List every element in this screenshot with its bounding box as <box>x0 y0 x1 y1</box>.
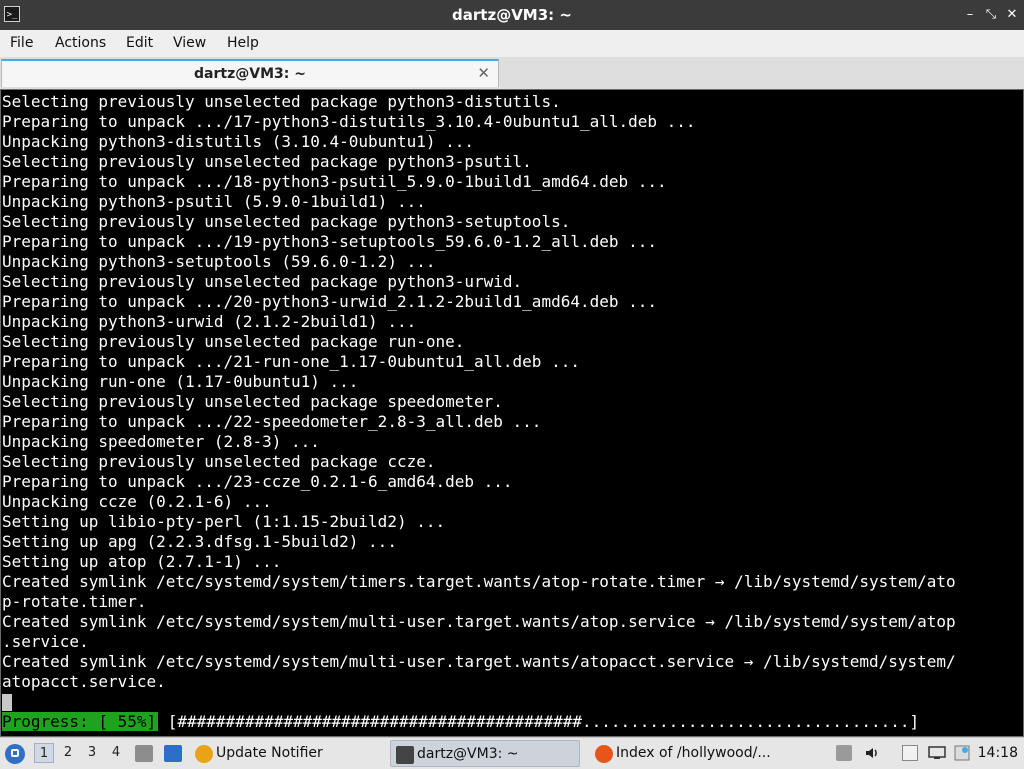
tab-terminal[interactable]: dartz@VM3: ~ ✕ <box>1 59 499 87</box>
firefox-icon <box>595 745 613 763</box>
menu-bar: File Actions Edit View Help <box>0 30 1024 58</box>
terminal-line: Selecting previously unselected package … <box>2 452 436 471</box>
minimize-button[interactable]: – <box>961 6 979 24</box>
terminal-line: Unpacking ccze (0.2.1-6) ... <box>2 492 272 511</box>
terminal-line: Unpacking run-one (1.17-0ubuntu1) ... <box>2 372 359 391</box>
terminal-line: Preparing to unpack .../17-python3-distu… <box>2 112 696 131</box>
terminal-line: atopacct.service. <box>2 672 166 691</box>
menu-actions[interactable]: Actions <box>55 35 106 51</box>
clipboard-icon[interactable] <box>902 745 918 761</box>
terminal-cursor-line <box>2 692 1002 712</box>
terminal-line: Unpacking python3-psutil (5.9.0-1build1)… <box>2 192 426 211</box>
workspace-2[interactable]: 2 <box>58 743 78 763</box>
terminal-line: Selecting previously unselected package … <box>2 152 532 171</box>
speaker-icon[interactable] <box>864 745 880 761</box>
terminal-line: Selecting previously unselected package … <box>2 212 571 231</box>
terminal-cursor <box>2 694 12 711</box>
terminal-line: Preparing to unpack .../22-speedometer_2… <box>2 412 542 431</box>
workspace-4[interactable]: 4 <box>106 743 126 763</box>
notification-icon[interactable] <box>954 745 970 761</box>
network-icon[interactable] <box>928 745 946 761</box>
terminal-icon <box>396 746 414 764</box>
terminal-line: Preparing to unpack .../19-python3-setup… <box>2 232 658 251</box>
task-update-notifier[interactable]: Update Notifier <box>190 740 380 767</box>
file-manager-icon[interactable] <box>164 745 182 762</box>
workspace-3[interactable]: 3 <box>82 743 102 763</box>
terminal-line: Preparing to unpack .../21-run-one_1.17-… <box>2 352 580 371</box>
task-label: Update Notifier <box>216 745 323 761</box>
task-terminal[interactable]: dartz@VM3: ~ <box>390 740 580 767</box>
progress-bar: [#######################################… <box>158 712 920 731</box>
maximize-button[interactable]: ⤡ <box>982 6 1000 24</box>
window-titlebar: >_ dartz@VM3: ~ – ⤡ ✕ <box>0 0 1024 30</box>
window-title: dartz@VM3: ~ <box>452 6 572 24</box>
terminal-line: Preparing to unpack .../23-ccze_0.2.1-6_… <box>2 472 513 491</box>
workspace-1[interactable]: 1 <box>34 743 54 763</box>
menu-help[interactable]: Help <box>227 35 259 51</box>
terminal-line: Setting up libio-pty-perl (1:1.15-2build… <box>2 512 446 531</box>
terminal-line: Setting up apg (2.2.3.dfsg.1-5build2) ..… <box>2 532 397 551</box>
terminal-line: .service. <box>2 632 89 651</box>
progress-line: Progress: [ 55%] [######################… <box>2 712 919 732</box>
tab-label: dartz@VM3: ~ <box>194 66 306 82</box>
menu-file[interactable]: File <box>10 35 33 51</box>
terminal-line: Selecting previously unselected package … <box>2 272 523 291</box>
terminal-line: Created symlink /etc/systemd/system/mult… <box>2 652 956 671</box>
terminal-line: Preparing to unpack .../18-python3-psuti… <box>2 172 667 191</box>
task-label: dartz@VM3: ~ <box>417 746 519 762</box>
menu-edit[interactable]: Edit <box>126 35 153 51</box>
menu-icon[interactable] <box>5 744 25 764</box>
show-desktop-icon[interactable] <box>135 745 153 762</box>
terminal-line: Unpacking python3-distutils (3.10.4-0ubu… <box>2 132 475 151</box>
menu-view[interactable]: View <box>173 35 206 51</box>
terminal-line: Preparing to unpack .../20-python3-urwid… <box>2 292 658 311</box>
terminal-lines: Selecting previously unselected package … <box>2 92 1002 712</box>
terminal-line: Setting up atop (2.7.1-1) ... <box>2 552 282 571</box>
progress-label: Progress: [ 55%] <box>2 712 159 731</box>
taskbar: 1 2 3 4 Update Notifier dartz@VM3: ~ Ind… <box>0 737 1024 769</box>
tab-strip: dartz@VM3: ~ ✕ <box>0 57 1024 89</box>
terminal-line: Unpacking speedometer (2.8-3) ... <box>2 432 320 451</box>
terminal-line: p-rotate.timer. <box>2 592 147 611</box>
terminal-line: Unpacking python3-urwid (2.1.2-2build1) … <box>2 312 417 331</box>
update-notifier-icon <box>195 745 213 763</box>
terminal-line: Unpacking python3-setuptools (59.6.0-1.2… <box>2 252 436 271</box>
terminal-line: Selecting previously unselected package … <box>2 92 561 111</box>
terminal-line: Selecting previously unselected package … <box>2 392 503 411</box>
terminal-output[interactable]: Selecting previously unselected package … <box>0 89 1024 737</box>
terminal-line: Created symlink /etc/systemd/system/mult… <box>2 612 956 631</box>
task-label: Index of /hollywood/... <box>616 745 771 761</box>
clock[interactable]: 14:18 <box>978 738 1018 769</box>
task-firefox[interactable]: Index of /hollywood/... <box>590 740 820 767</box>
terminal-line: Selecting previously unselected package … <box>2 332 465 351</box>
terminal-line: Created symlink /etc/systemd/system/time… <box>2 572 956 591</box>
tab-close-icon[interactable]: ✕ <box>477 64 490 82</box>
volume-slider-icon[interactable] <box>836 745 852 761</box>
close-button[interactable]: ✕ <box>1003 6 1021 24</box>
